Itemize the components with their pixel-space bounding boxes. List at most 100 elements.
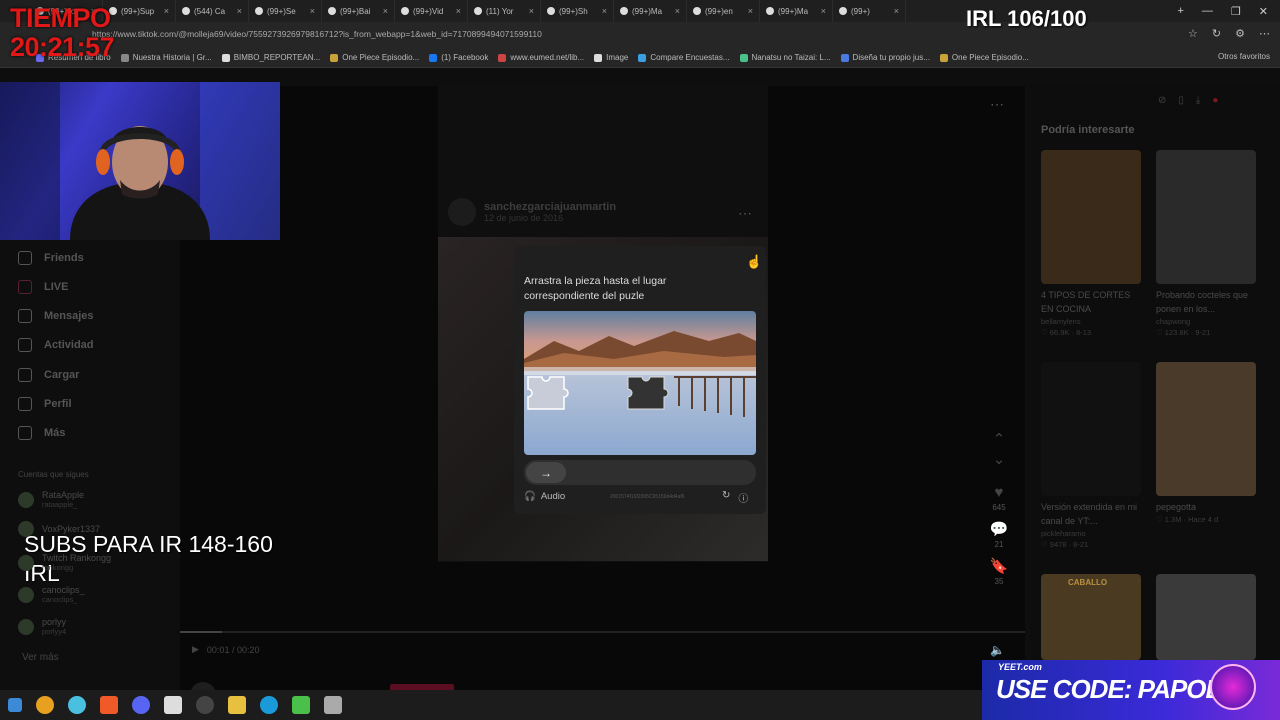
video-thumbnail[interactable] [1156, 574, 1256, 660]
reload-icon[interactable]: ↻ [722, 490, 730, 505]
close-tab-icon[interactable]: × [602, 6, 607, 16]
info-icon[interactable]: ⓘ [738, 490, 748, 505]
minimize-button[interactable]: — [1202, 5, 1213, 17]
bookmark-item[interactable]: Diseña tu propio jus... [840, 53, 930, 62]
close-tab-icon[interactable]: × [237, 6, 242, 16]
close-tab-icon[interactable]: × [529, 6, 534, 16]
followed-account[interactable]: porlyy porlyy4 [18, 617, 66, 636]
url-input[interactable]: https://www.tiktok.com/@molleja69/video/… [92, 29, 542, 39]
bookmark-item[interactable]: Nuestra Historia | Gr... [120, 53, 212, 62]
more-options-icon[interactable]: ⋯ [990, 96, 1004, 113]
sidebar-item-live[interactable]: LIVE [18, 280, 68, 294]
video-progress-bar[interactable] [180, 631, 1025, 633]
audio-button[interactable]: 🎧 Audio [524, 491, 565, 502]
sidebar-item-ms[interactable]: Más [18, 426, 65, 440]
bookmark-item[interactable]: One Piece Episodio... [939, 53, 1029, 62]
eye-icon[interactable]: ⊘ [1158, 95, 1166, 106]
obs-icon[interactable] [196, 696, 214, 714]
browser-tab[interactable]: (11) Yor × [468, 0, 541, 22]
video-thumbnail[interactable] [1156, 362, 1256, 496]
more-options-icon[interactable]: ⋯ [738, 205, 752, 222]
sidebar-item-mensajes[interactable]: Mensajes [18, 309, 94, 323]
new-tab-button[interactable]: + [1177, 5, 1183, 17]
bookmark-item[interactable]: BIMBO_REPORTEAN... [221, 53, 320, 62]
video-thumbnail[interactable] [1041, 362, 1141, 496]
coin-app-icon[interactable] [36, 696, 54, 714]
sidebar-item-friends[interactable]: Friends [18, 251, 84, 265]
close-button[interactable]: ✕ [1259, 5, 1268, 18]
other-bookmarks[interactable]: Otros favoritos [1218, 52, 1270, 61]
playback-controls: ▶ 00:01 / 00:20 [192, 644, 259, 655]
scroll-up-icon[interactable]: ⌃ [993, 430, 1006, 448]
close-tab-icon[interactable]: × [821, 6, 826, 16]
suggested-video-card[interactable]: Versión extendida en mi canal de YT:... p… [1041, 362, 1141, 550]
suggested-video-card[interactable]: Probando cocteles que ponen en los... cha… [1156, 150, 1256, 338]
profile-avatar-icon[interactable]: ● [1212, 95, 1218, 106]
see-more-link[interactable]: Ver más [22, 652, 59, 663]
close-tab-icon[interactable]: × [675, 6, 680, 16]
avatar[interactable] [448, 198, 476, 226]
bookmark-item[interactable]: www.eumed.net/lib... [498, 53, 584, 62]
browser-tab[interactable]: (99+)Se × [249, 0, 322, 22]
scroll-down-icon[interactable]: ⌄ [993, 450, 1006, 468]
author-name[interactable]: sanchezgarciajuanmartin [484, 201, 616, 213]
app-icon[interactable] [324, 696, 342, 714]
browser-tab[interactable]: (99+)Sh × [541, 0, 614, 22]
close-tab-icon[interactable]: × [748, 6, 753, 16]
device-icon[interactable]: ▯ [1178, 95, 1184, 106]
close-tab-icon[interactable]: × [310, 6, 315, 16]
suggested-video-card[interactable]: pepegotta ♡ 1.3M · Hace 4 d [1156, 362, 1256, 525]
game-icon[interactable] [292, 696, 310, 714]
suggested-video-card[interactable] [1156, 574, 1256, 660]
download-icon[interactable]: ⤓ [1196, 95, 1200, 106]
windows-start-icon[interactable] [8, 698, 22, 712]
sidebar-item-cargar[interactable]: Cargar [18, 368, 79, 382]
folder-icon[interactable] [228, 696, 246, 714]
browser-tab[interactable]: (99+)Vid × [395, 0, 468, 22]
close-tab-icon[interactable]: × [164, 6, 169, 16]
bookmark-item[interactable]: Compare Encuestas... [638, 53, 730, 62]
suggested-video-card[interactable]: 4 TIPOS DE CORTES EN COCINA bellamylens ♡ … [1041, 150, 1141, 338]
followed-account[interactable]: Twitch Rankongg rankongg [18, 553, 111, 572]
close-tab-icon[interactable]: × [383, 6, 388, 16]
play-icon[interactable]: ▶ [192, 644, 199, 655]
heart-icon[interactable]: ♥ [995, 484, 1004, 501]
browser-tab[interactable]: (544) Ca × [176, 0, 249, 22]
discord-icon[interactable] [132, 696, 150, 714]
bookmark-item[interactable]: Nanatsu no Taizai: L... [739, 53, 831, 62]
sidebar-item-perfil[interactable]: Perfil [18, 397, 72, 411]
video-thumbnail[interactable] [1156, 150, 1256, 284]
sidebar-item-actividad[interactable]: Actividad [18, 338, 94, 352]
browser-tab[interactable]: (99+)Ma × [614, 0, 687, 22]
maximize-button[interactable]: ❐ [1231, 5, 1241, 18]
browser-tab[interactable]: (99+)Bai × [322, 0, 395, 22]
refresh-icon[interactable]: ↻ [1212, 27, 1221, 40]
extensions-icon[interactable]: ⚙ [1235, 27, 1245, 40]
video-thumbnail[interactable] [1041, 150, 1141, 284]
copilot-icon[interactable] [68, 696, 86, 714]
calendar-icon[interactable] [164, 696, 182, 714]
slider-handle[interactable]: → [526, 462, 566, 483]
menu-icon[interactable]: ⋯ [1259, 27, 1270, 40]
bookmark-label: Diseña tu propio jus... [852, 53, 930, 62]
bookmark-item[interactable]: One Piece Episodio... [330, 53, 419, 62]
followed-account[interactable]: RataApple rataapple_ [18, 490, 84, 509]
comment-icon[interactable]: 💬 [990, 520, 1009, 538]
close-tab-icon[interactable]: × [894, 6, 899, 16]
volume-icon[interactable]: 🔈 [990, 643, 1005, 657]
browser-tab[interactable]: (99+) × [833, 0, 906, 22]
followed-account[interactable]: VoxPyker1337 [18, 521, 100, 537]
followed-account[interactable]: canoclips_ canoclips_ [18, 585, 85, 604]
brave-icon[interactable] [100, 696, 118, 714]
bookmark-icon[interactable]: 🔖 [990, 557, 1009, 575]
bookmark-item[interactable]: (1) Facebook [429, 53, 488, 62]
browser-tab[interactable]: (99+)Ma × [760, 0, 833, 22]
browser-tab[interactable]: (99+)en × [687, 0, 760, 22]
close-tab-icon[interactable]: × [456, 6, 461, 16]
bookmark-label: Nuestra Historia | Gr... [132, 53, 212, 62]
post-author[interactable]: sanchezgarciajuanmartin 12 de junio de 2… [448, 198, 616, 226]
edge-icon[interactable] [260, 696, 278, 714]
bookmark-item[interactable]: Image [594, 53, 628, 62]
puzzle-piece[interactable] [527, 376, 569, 410]
star-icon[interactable]: ☆ [1188, 27, 1198, 40]
